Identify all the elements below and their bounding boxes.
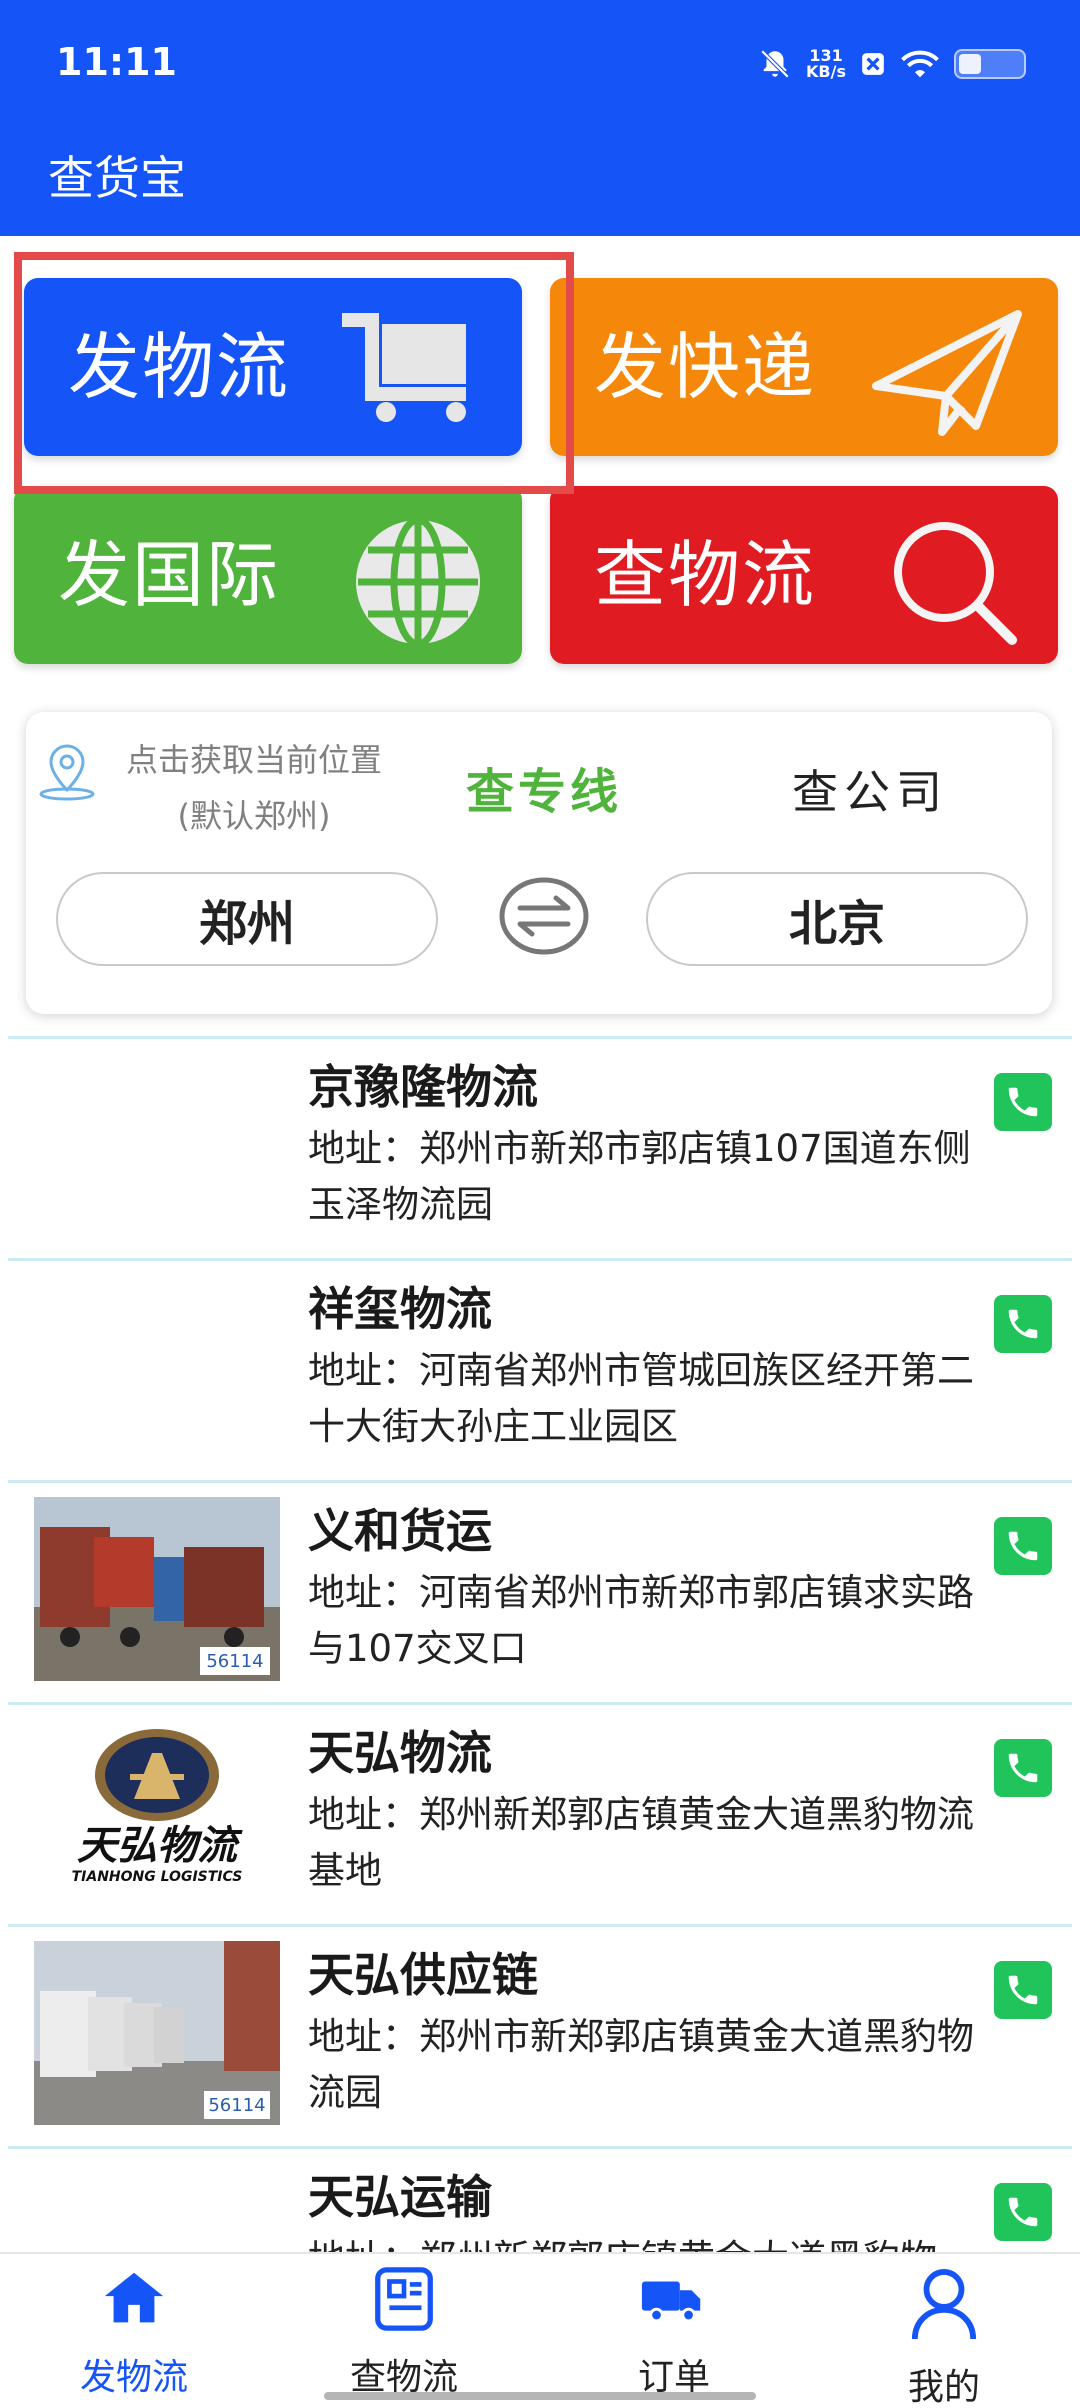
send-logistics-button[interactable]: 发物流 [24,278,522,456]
logo-text-cn: 天弘物流 [77,1823,243,1869]
location-pin-icon[interactable] [36,742,98,802]
send-international-button[interactable]: 发国际 [14,486,522,664]
notification-x-icon [862,53,884,75]
phone-icon [1008,1753,1038,1783]
home-indicator[interactable] [324,2392,756,2400]
call-button[interactable] [994,1517,1052,1575]
nav-label: 发物流 [79,2357,188,2398]
truck-photo-image: 56114 [34,1497,280,1681]
app-title: 查货宝 [48,151,186,205]
phone-icon [1008,1531,1038,1561]
nav-track-logistics[interactable]: 查物流 [304,2264,504,2400]
bottom-navigation: 发物流 查物流 订单 我的 [0,2252,1080,2408]
fleet-photo-image: 56114 [34,1941,280,2125]
tianhong-logo-image: 天弘物流 TIANHONG LOGISTICS [34,1719,280,1903]
phone-icon [1008,1975,1038,2005]
battery-icon [954,49,1026,79]
get-location-button[interactable]: 点击获取当前位置 (默认郑州) [104,732,404,844]
list-item[interactable]: 天弘物流 TIANHONG LOGISTICS 天弘物流 地址：郑州新郑郭店镇黄… [8,1702,1072,1924]
location-prompt: 点击获取当前位置 [125,741,382,779]
from-city-button[interactable]: 郑州 [56,872,438,966]
truck-icon [641,2281,701,2323]
company-photo-trucks: 56114 [34,1497,280,1681]
company-name: 天弘供应链 [308,1948,538,2002]
call-button[interactable] [994,1739,1052,1797]
company-name: 天弘运输 [308,2170,492,2224]
nav-send-logistics[interactable]: 发物流 [34,2264,234,2400]
phone-icon [1008,2197,1038,2227]
send-express-label: 发快递 [594,325,817,409]
send-logistics-label: 发物流 [68,325,291,409]
user-icon [911,2269,977,2340]
company-photo-fleet: 56114 [34,1941,280,2125]
swap-cities-icon[interactable] [498,876,590,956]
cart-icon [342,313,466,422]
call-button[interactable] [994,1961,1052,2019]
mute-bell-icon [760,49,790,79]
company-address: 地址：河南省郑州市新郑市郭店镇求实路与107交叉口 [308,1571,974,1670]
company-name: 义和货运 [308,1504,492,1558]
location-default: (默认郑州) [177,797,331,835]
phone-icon [1008,1087,1038,1117]
track-logistics-label: 查物流 [594,533,817,617]
list-item[interactable]: 56114 天弘供应链 地址：郑州市新郑郭店镇黄金大道黑豹物流园 [8,1924,1072,2146]
wifi-icon [901,50,939,78]
route-search-card: 点击获取当前位置 (默认郑州) 查专线 查公司 郑州 北京 [26,712,1052,1014]
company-logo: 天弘物流 TIANHONG LOGISTICS [34,1719,280,1903]
document-icon [375,2267,433,2331]
company-address: 地址：郑州市新郑郭店镇黄金大道黑豹物流园 [308,2015,974,2114]
call-button[interactable] [994,2183,1052,2241]
logo-text-en: TIANHONG LOGISTICS [72,1869,243,1885]
nav-label: 我的 [907,2367,980,2408]
status-icons: 131 KB/s [758,44,1026,84]
list-item[interactable]: 京豫隆物流 地址：郑州市新郑市郭店镇107国道东侧玉泽物流园 [8,1036,1072,1258]
status-time: 11:11 [56,40,177,84]
send-express-button[interactable]: 发快递 [550,278,1058,456]
phone-icon [1008,1309,1038,1339]
thumb-badge: 56114 [208,2095,265,2116]
company-name: 天弘物流 [308,1726,492,1780]
send-international-label: 发国际 [58,533,281,617]
company-address: 地址：郑州新郑郭店镇黄金大道黑豹物流基地 [308,1793,974,1892]
thumb-badge: 56114 [206,1651,263,1672]
paper-plane-icon [872,310,1022,436]
globe-icon [356,516,480,648]
track-logistics-button[interactable]: 查物流 [550,486,1058,664]
list-item[interactable]: 天弘运输 地址：郑州新郑郭店镇黄金大道黑豹物 [8,2146,1072,2256]
call-button[interactable] [994,1073,1052,1131]
home-icon [104,2272,164,2323]
list-item[interactable]: 56114 义和货运 地址：河南省郑州市新郑市郭店镇求实路与107交叉口 [8,1480,1072,1702]
list-item[interactable]: 祥玺物流 地址：河南省郑州市管城回族区经开第二十大街大孙庄工业园区 [8,1258,1072,1480]
net-speed: 131 KB/s [806,46,846,81]
company-name: 京豫隆物流 [308,1060,538,1114]
company-address: 地址：河南省郑州市管城回族区经开第二十大街大孙庄工业园区 [308,1349,974,1448]
nav-mine[interactable]: 我的 [844,2264,1044,2408]
company-address: 地址：郑州市新郑市郭店镇107国道东侧玉泽物流园 [308,1127,971,1226]
app-header: 11:11 131 KB/s 查货宝 [0,0,1080,236]
call-button[interactable] [994,1295,1052,1353]
company-name: 祥玺物流 [308,1282,492,1336]
nav-orders[interactable]: 订单 [574,2264,774,2400]
to-city-button[interactable]: 北京 [646,872,1028,966]
tab-search-companies[interactable]: 查公司 [792,756,948,822]
magnifier-icon [894,522,1017,645]
tab-search-lines[interactable]: 查专线 [466,752,622,822]
